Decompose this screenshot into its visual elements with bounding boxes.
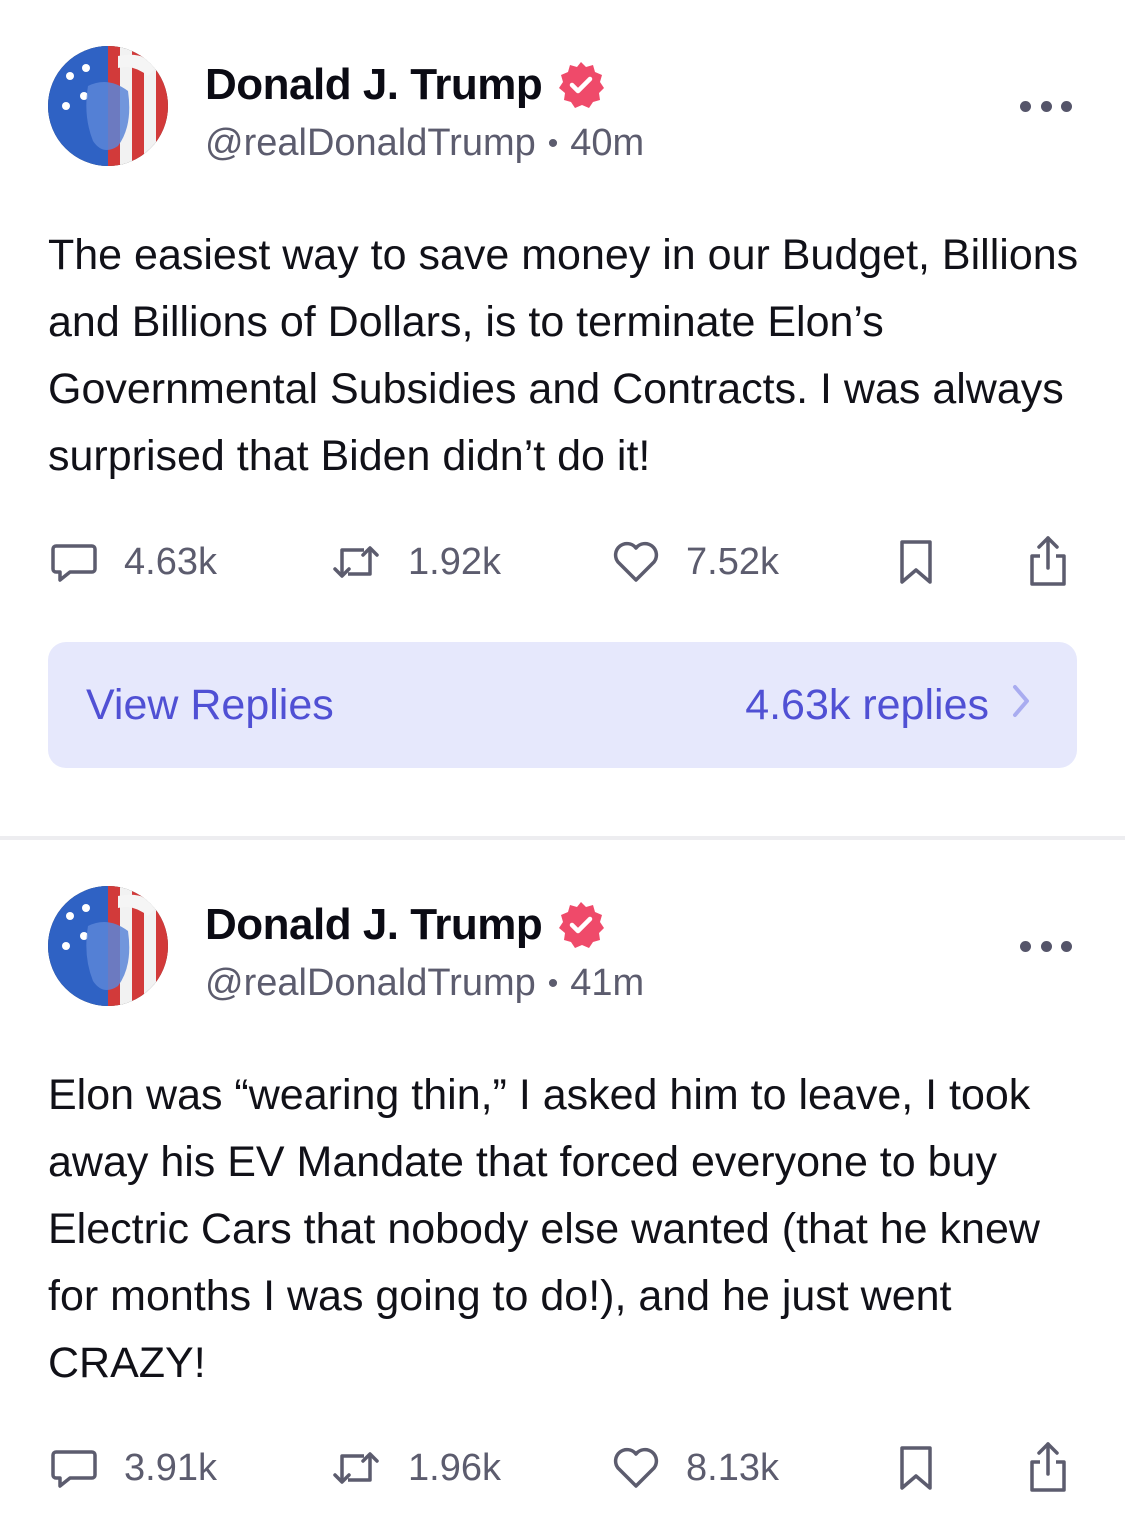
reply-button[interactable]: 4.63k xyxy=(48,532,217,592)
bookmark-icon xyxy=(894,536,938,588)
author-name[interactable]: Donald J. Trump xyxy=(205,60,543,110)
post-1: Donald J. Trump @realDonaldTrump • 40m T… xyxy=(0,0,1125,838)
retruth-button[interactable]: 1.96k xyxy=(328,1438,501,1498)
more-options-icon[interactable] xyxy=(1020,932,1072,960)
post-text: The easiest way to save money in our Bud… xyxy=(48,231,1079,480)
post-text: Elon was “wearing thin,” I asked him to … xyxy=(48,1071,1040,1387)
separator-dot: • xyxy=(547,126,559,160)
retruth-count: 1.92k xyxy=(408,540,501,583)
like-count: 7.52k xyxy=(686,540,779,583)
author-row: Donald J. Trump xyxy=(205,60,606,110)
bookmark-button[interactable] xyxy=(894,1438,938,1498)
author-avatar[interactable] xyxy=(48,46,168,166)
author-avatar[interactable] xyxy=(48,886,168,1006)
reply-count: 4.63k xyxy=(124,540,217,583)
view-replies-label: View Replies xyxy=(86,680,334,729)
like-button[interactable]: 7.52k xyxy=(610,532,779,592)
author-handle[interactable]: @realDonaldTrump xyxy=(205,122,536,165)
view-replies-button[interactable]: View Replies 4.63k replies xyxy=(48,642,1077,768)
post-actions: 3.91k 1.96k 8.13k xyxy=(48,1438,1078,1498)
share-button[interactable] xyxy=(1024,1438,1072,1498)
retruth-arrows-icon xyxy=(328,536,384,588)
verified-badge-icon xyxy=(556,900,606,950)
post-time[interactable]: 41m xyxy=(570,962,644,1005)
share-button[interactable] xyxy=(1024,532,1072,592)
like-button[interactable]: 8.13k xyxy=(610,1438,779,1498)
bookmark-button[interactable] xyxy=(894,532,938,592)
like-count: 8.13k xyxy=(686,1446,779,1489)
retruth-count: 1.96k xyxy=(408,1446,501,1489)
verified-badge-icon xyxy=(556,60,606,110)
author-handle[interactable]: @realDonaldTrump xyxy=(205,962,536,1005)
post-2: Donald J. Trump @realDonaldTrump • 41m E… xyxy=(0,840,1125,1538)
post-time[interactable]: 40m xyxy=(570,122,644,165)
share-icon xyxy=(1024,534,1072,590)
author-row: Donald J. Trump xyxy=(205,900,606,950)
reply-bubble-icon xyxy=(48,536,100,588)
view-replies-count: 4.63k replies xyxy=(745,680,989,729)
retruth-button[interactable]: 1.92k xyxy=(328,532,501,592)
retruth-arrows-icon xyxy=(328,1442,384,1494)
more-options-icon[interactable] xyxy=(1020,92,1072,120)
heart-icon xyxy=(610,1442,662,1494)
author-name[interactable]: Donald J. Trump xyxy=(205,900,543,950)
share-icon xyxy=(1024,1440,1072,1496)
reply-bubble-icon xyxy=(48,1442,100,1494)
separator-dot: • xyxy=(547,966,559,1000)
bookmark-icon xyxy=(894,1442,938,1494)
handle-row: @realDonaldTrump • 40m xyxy=(205,122,644,165)
heart-icon xyxy=(610,536,662,588)
post-actions: 4.63k 1.92k 7.52k xyxy=(48,532,1078,592)
chevron-right-icon xyxy=(989,681,1031,730)
reply-count: 3.91k xyxy=(124,1446,217,1489)
replies-count-group: 4.63k replies xyxy=(745,681,1031,730)
reply-button[interactable]: 3.91k xyxy=(48,1438,217,1498)
handle-row: @realDonaldTrump • 41m xyxy=(205,962,644,1005)
